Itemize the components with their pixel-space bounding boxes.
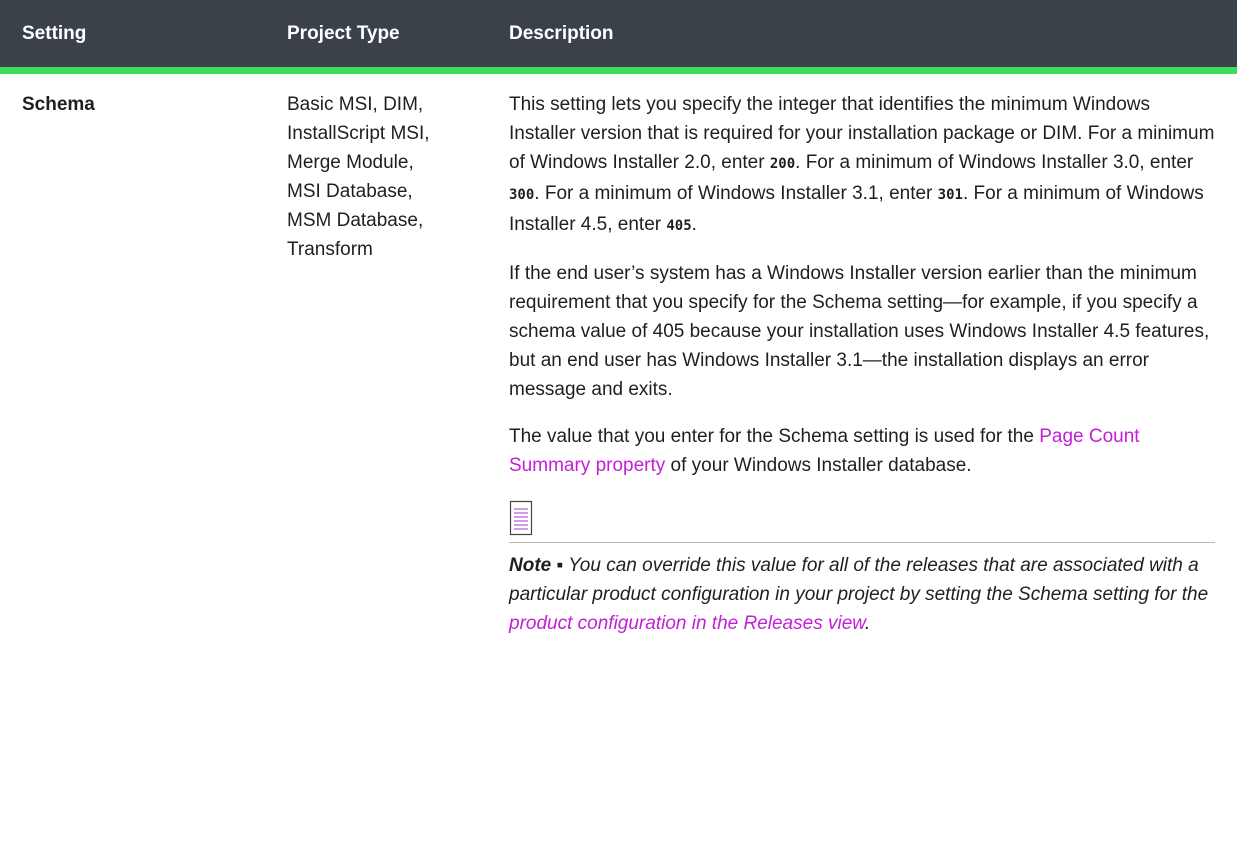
code-value: 405 xyxy=(666,218,692,234)
text: . For a minimum of Windows Installer 3.1… xyxy=(534,183,938,204)
note-text: Note ▪ You can override this value for a… xyxy=(509,551,1219,638)
project-type-item: MSM Database, xyxy=(287,210,424,231)
description-paragraph-1: This setting lets you specify the intege… xyxy=(509,88,1219,241)
text: . xyxy=(691,214,697,235)
setting-name: Schema xyxy=(22,94,95,115)
header-description: Description xyxy=(509,22,614,44)
description-cell: This setting lets you specify the intege… xyxy=(509,88,1219,638)
code-value: 301 xyxy=(937,187,963,203)
product-configuration-link[interactable]: product configuration in the Releases vi… xyxy=(509,613,865,634)
text: . For a minimum of Windows Installer 3.0… xyxy=(795,152,1194,173)
description-paragraph-3: The value that you enter for the Schema … xyxy=(509,420,1219,480)
note-bullet: ▪ xyxy=(551,555,569,576)
text: The value that you enter for the Schema … xyxy=(509,426,1040,447)
header-project-type: Project Type xyxy=(287,22,400,44)
project-type-item: Basic MSI, DIM, xyxy=(287,94,424,115)
text: You can override this value for all of t… xyxy=(509,555,1209,605)
project-type-cell: Basic MSI, DIM, InstallScript MSI, Merge… xyxy=(287,88,509,638)
note-icon xyxy=(509,500,533,536)
settings-table: Setting Project Type Description Schema … xyxy=(0,0,1237,638)
note-divider xyxy=(509,542,1215,543)
header-setting: Setting xyxy=(22,22,87,44)
project-type-item: InstallScript MSI, xyxy=(287,123,430,144)
table-header: Setting Project Type Description xyxy=(0,0,1237,74)
text: of your Windows Installer database. xyxy=(665,455,972,476)
code-value: 300 xyxy=(509,187,535,203)
project-type-item: Transform xyxy=(287,239,373,260)
project-type-item: MSI Database, xyxy=(287,181,413,202)
table-row: Schema Basic MSI, DIM, InstallScript MSI… xyxy=(0,74,1237,638)
code-value: 200 xyxy=(769,156,796,172)
project-type-item: Merge Module, xyxy=(287,152,414,173)
description-paragraph-2: If the end user’s system has a Windows I… xyxy=(509,263,1210,400)
note-icon-container xyxy=(509,496,1219,542)
text: . xyxy=(864,613,871,634)
note-label: Note xyxy=(509,555,552,576)
